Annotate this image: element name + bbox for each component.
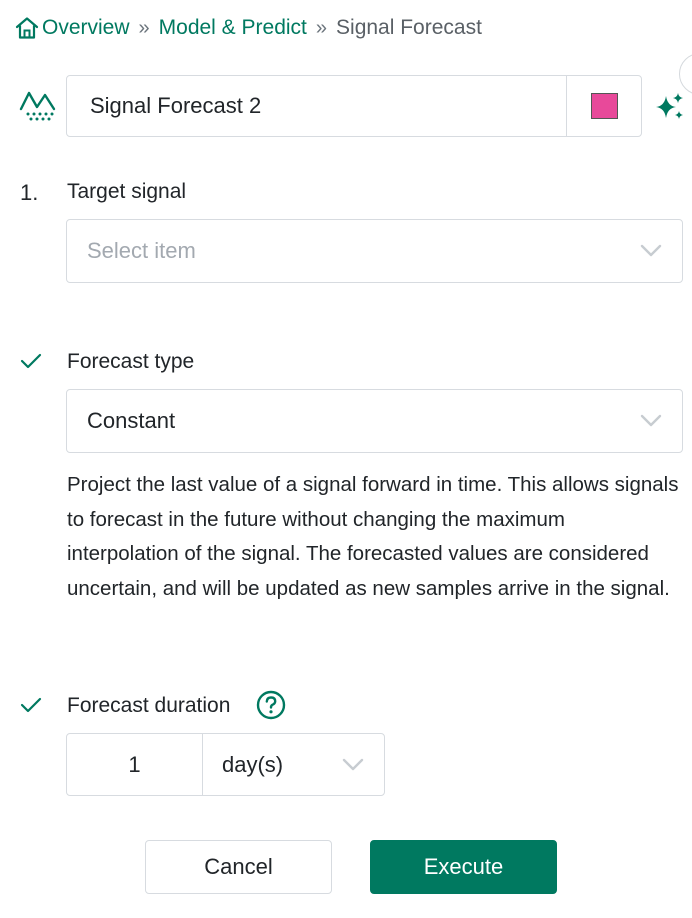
execute-button[interactable]: Execute bbox=[370, 840, 557, 894]
target-signal-label: Target signal bbox=[67, 180, 187, 203]
breadcrumb-separator: » bbox=[138, 16, 150, 39]
check-icon bbox=[20, 352, 42, 370]
sparkle-icon[interactable] bbox=[652, 90, 686, 124]
chevron-down-icon bbox=[640, 414, 662, 428]
help-icon[interactable] bbox=[256, 690, 286, 720]
signal-forecast-icon bbox=[18, 86, 60, 126]
forecast-type-value: Constant bbox=[87, 408, 176, 433]
cancel-button[interactable]: Cancel bbox=[145, 840, 332, 894]
chevron-down-icon bbox=[640, 244, 662, 258]
duration-unit-value: day(s) bbox=[222, 751, 284, 777]
chevron-down-icon bbox=[342, 758, 364, 772]
step-number: 1. bbox=[20, 180, 39, 205]
forecast-duration-label: Forecast duration bbox=[67, 694, 231, 717]
check-icon bbox=[20, 696, 42, 714]
target-signal-placeholder: Select item bbox=[87, 238, 196, 263]
forecast-type-label: Forecast type bbox=[67, 350, 195, 373]
breadcrumb-overview[interactable]: Overview bbox=[42, 16, 130, 40]
breadcrumb-model-predict[interactable]: Model & Predict bbox=[159, 16, 307, 40]
panel-toggle-button[interactable] bbox=[679, 53, 692, 95]
duration-unit-select[interactable]: day(s) bbox=[202, 734, 384, 795]
forecast-type-select[interactable]: Constant bbox=[66, 389, 683, 453]
breadcrumb: Overview » Model & Predict » Signal Fore… bbox=[14, 12, 482, 44]
color-picker[interactable] bbox=[566, 76, 641, 136]
signal-forecast-panel: Overview » Model & Predict » Signal Fore… bbox=[0, 0, 692, 918]
color-swatch bbox=[590, 93, 618, 119]
forecast-name-input[interactable] bbox=[67, 76, 566, 136]
breadcrumb-current: Signal Forecast bbox=[336, 16, 482, 39]
home-icon[interactable] bbox=[14, 16, 40, 40]
target-signal-select[interactable]: Select item bbox=[66, 219, 683, 283]
forecast-type-description: Project the last value of a signal forwa… bbox=[67, 473, 679, 600]
breadcrumb-separator: » bbox=[315, 16, 328, 39]
forecast-duration-group: day(s) bbox=[66, 733, 385, 796]
duration-value-input[interactable] bbox=[67, 734, 202, 795]
forecast-name-group bbox=[66, 75, 642, 137]
